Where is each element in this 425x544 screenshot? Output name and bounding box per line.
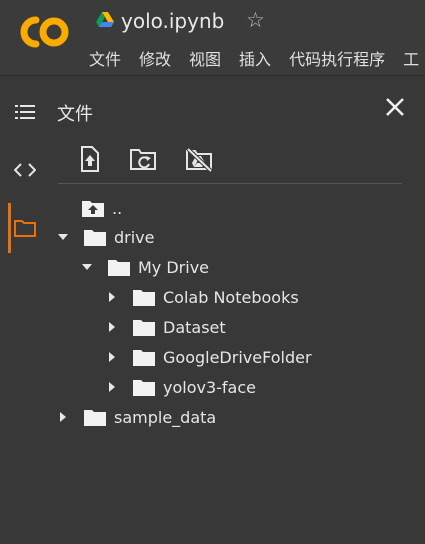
tree-item-my-drive[interactable]: My Drive	[80, 254, 209, 280]
tree-item-label: sample_data	[114, 407, 217, 427]
colab-logo[interactable]	[14, 12, 72, 52]
tree-item-label: yolov3-face	[163, 377, 256, 397]
folder-icon	[108, 260, 130, 276]
google-drive-icon	[96, 12, 114, 27]
tree-item-label: drive	[114, 227, 155, 247]
tree-item-label: My Drive	[138, 257, 210, 277]
folder-icon	[133, 320, 155, 336]
top-bar: yolo.ipynb ☆ 文件 修改 视图 插入 代码执行程序 工	[0, 0, 425, 76]
folder-icon	[84, 230, 106, 246]
menu-item-runtime[interactable]: 代码执行程序	[289, 46, 385, 70]
star-icon[interactable]: ☆	[246, 8, 265, 32]
tree-item-colab-notebooks[interactable]: Colab Notebooks	[105, 284, 299, 310]
panel-title: 文件	[57, 104, 93, 125]
tree-item-label: Dataset	[163, 317, 226, 337]
close-icon[interactable]	[382, 94, 408, 120]
menu-bar: 文件 修改 视图 插入 代码执行程序 工	[89, 46, 425, 70]
chevron-right-icon[interactable]	[105, 380, 119, 394]
tree-item-label: ..	[112, 198, 123, 218]
tree-item-label: GoogleDriveFolder	[163, 347, 312, 367]
menu-item-tools[interactable]: 工	[403, 46, 419, 70]
tree-item-yolov3-face[interactable]: yolov3-face	[105, 374, 256, 400]
folder-icon	[133, 290, 155, 306]
list-icon	[15, 105, 35, 119]
tree-item-label: Colab Notebooks	[163, 287, 299, 307]
chevron-right-icon[interactable]	[105, 320, 119, 334]
folder-outline-icon	[14, 220, 36, 237]
chevron-down-icon[interactable]	[56, 230, 70, 244]
menu-item-file[interactable]: 文件	[89, 46, 121, 70]
notebook-title[interactable]: yolo.ipynb	[121, 9, 224, 33]
toolbar-divider	[58, 183, 402, 184]
tree-item-parent[interactable]: ..	[82, 195, 122, 221]
folder-icon	[84, 410, 106, 426]
code-icon	[14, 163, 36, 177]
left-rail	[0, 76, 50, 544]
tree-item-googledrivefolder[interactable]: GoogleDriveFolder	[105, 344, 312, 370]
tree-item-dataset[interactable]: Dataset	[105, 314, 226, 340]
chevron-right-icon[interactable]	[56, 410, 70, 424]
menu-item-view[interactable]: 视图	[189, 46, 221, 70]
table-of-contents-button[interactable]	[0, 92, 50, 132]
menu-item-insert[interactable]: 插入	[239, 46, 271, 70]
tree-item-drive[interactable]: drive	[56, 224, 155, 250]
files-button[interactable]	[0, 208, 50, 248]
upload-icon[interactable]	[76, 146, 104, 172]
chevron-right-icon[interactable]	[105, 290, 119, 304]
chevron-right-icon[interactable]	[105, 350, 119, 364]
code-snippets-button[interactable]	[0, 150, 50, 190]
chevron-down-icon[interactable]	[80, 260, 94, 274]
menu-item-edit[interactable]: 修改	[139, 46, 171, 70]
files-panel	[50, 76, 425, 544]
unmount-drive-icon[interactable]	[185, 146, 213, 172]
parent-folder-icon	[82, 201, 104, 217]
folder-icon	[133, 380, 155, 396]
refresh-folder-icon[interactable]	[129, 146, 157, 172]
tree-item-sample-data[interactable]: sample_data	[56, 404, 216, 430]
folder-icon	[133, 350, 155, 366]
